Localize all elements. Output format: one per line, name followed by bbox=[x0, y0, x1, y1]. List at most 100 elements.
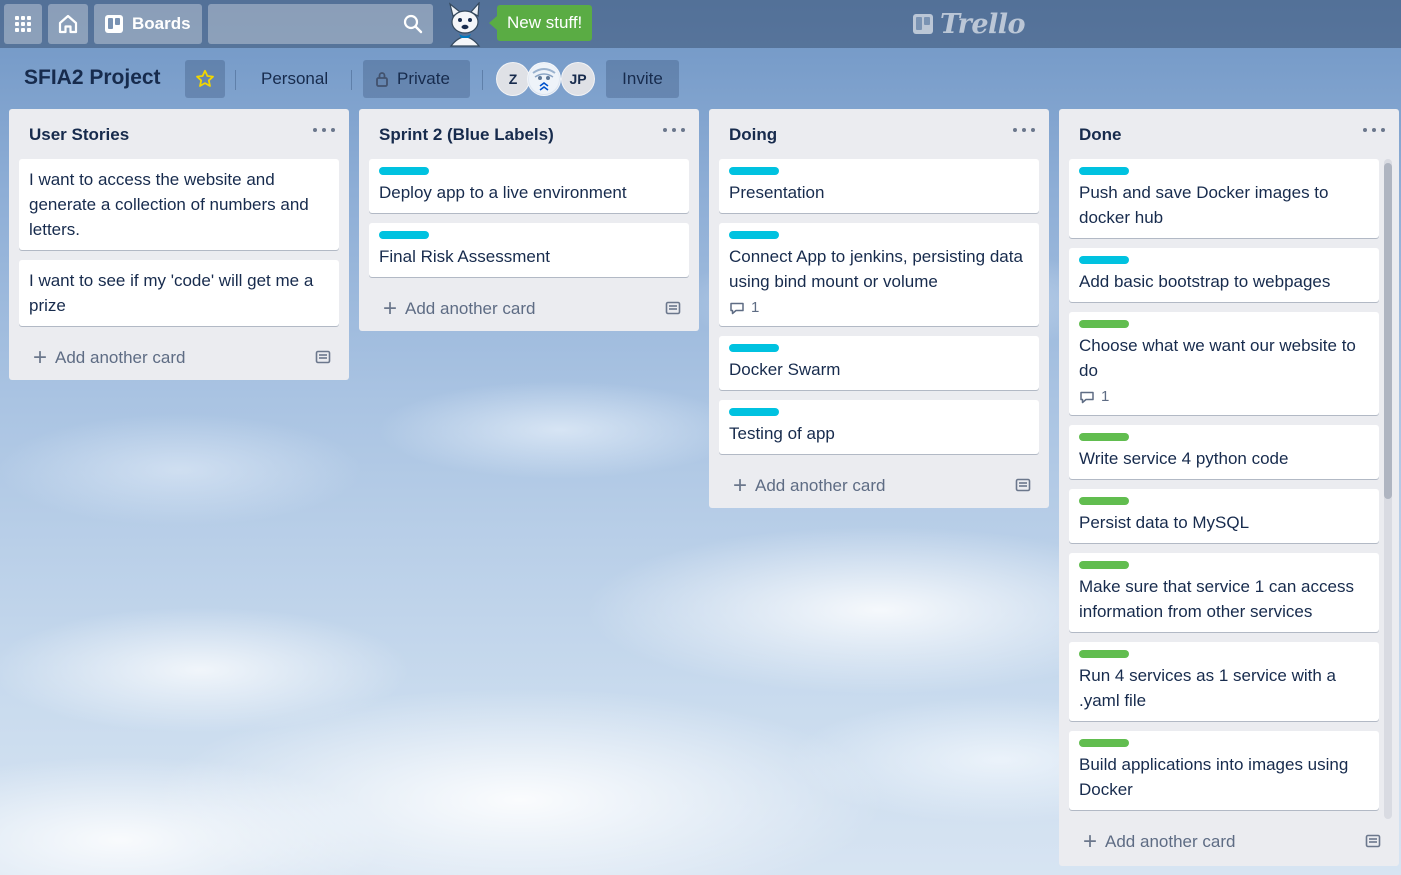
card-title: Docker Swarm bbox=[729, 360, 841, 379]
list-card[interactable]: Choose what we want our website to do 1 bbox=[1069, 312, 1379, 415]
apps-grid-icon bbox=[15, 16, 31, 32]
card-label[interactable] bbox=[1079, 256, 1129, 264]
card-template-icon[interactable] bbox=[315, 349, 331, 365]
add-card-label: Add another card bbox=[55, 348, 186, 367]
list-title[interactable]: Doing bbox=[729, 125, 777, 145]
card-label[interactable] bbox=[1079, 167, 1129, 175]
invite-button[interactable]: Invite bbox=[606, 60, 679, 98]
card-title: Presentation bbox=[729, 183, 825, 202]
card-label[interactable] bbox=[729, 167, 779, 175]
lock-icon bbox=[376, 72, 388, 87]
list-scrollbar[interactable] bbox=[1384, 159, 1392, 819]
list-card[interactable]: I want to access the website and generat… bbox=[19, 159, 339, 250]
new-stuff-button[interactable]: New stuff! bbox=[488, 5, 593, 41]
card-template-icon[interactable] bbox=[665, 300, 681, 316]
visibility-label: Private bbox=[397, 69, 450, 88]
search-icon[interactable] bbox=[403, 14, 423, 34]
card-title: Persist data to MySQL bbox=[1079, 513, 1250, 532]
apps-button[interactable] bbox=[4, 4, 42, 44]
trello-logo-icon bbox=[913, 14, 933, 34]
boards-button[interactable]: Boards bbox=[94, 4, 202, 44]
list-card[interactable]: Persist data to MySQL bbox=[1069, 489, 1379, 543]
card-label[interactable] bbox=[729, 231, 779, 239]
card-label[interactable] bbox=[1079, 739, 1129, 747]
card-template-icon[interactable] bbox=[1015, 477, 1031, 493]
list-sprint-2: Sprint 2 (Blue Labels) Deploy app to a l… bbox=[359, 109, 699, 331]
avatar[interactable] bbox=[527, 62, 561, 96]
card-label[interactable] bbox=[1079, 320, 1129, 328]
list-card[interactable]: Connect App to jenkins, persisting data … bbox=[719, 223, 1039, 326]
list-menu-icon[interactable] bbox=[1363, 123, 1385, 137]
plus-icon: + bbox=[33, 344, 48, 371]
list-card[interactable]: I want to see if my 'code' will get me a… bbox=[19, 260, 339, 326]
card-label[interactable] bbox=[1079, 650, 1129, 658]
card-label[interactable] bbox=[379, 231, 429, 239]
list-card[interactable]: Docker Swarm bbox=[719, 336, 1039, 390]
list-menu-icon[interactable] bbox=[663, 123, 685, 137]
card-title: Testing of app bbox=[729, 424, 835, 443]
search-input[interactable] bbox=[208, 4, 433, 44]
list-card[interactable]: Build applications into images using Doc… bbox=[1069, 731, 1379, 810]
boards-label: Boards bbox=[132, 14, 191, 33]
add-card-label: Add another card bbox=[755, 476, 886, 495]
list-menu-icon[interactable] bbox=[313, 123, 335, 137]
add-card-button[interactable]: + Add another card bbox=[1059, 820, 1399, 864]
list-card[interactable]: Push and save Docker images to docker hu… bbox=[1069, 159, 1379, 238]
card-title: Add basic bootstrap to webpages bbox=[1079, 272, 1331, 291]
search-box[interactable] bbox=[208, 4, 433, 44]
card-label[interactable] bbox=[729, 408, 779, 416]
list-card[interactable]: Testing of app bbox=[719, 400, 1039, 454]
taco-mascot-icon[interactable] bbox=[441, 2, 489, 48]
list-card[interactable]: Add basic bootstrap to webpages bbox=[1069, 248, 1379, 302]
list-done: Done Push and save Docker images to dock… bbox=[1059, 109, 1399, 866]
list-header: Doing bbox=[709, 109, 1049, 159]
trello-logo[interactable]: Trello bbox=[912, 8, 1026, 40]
top-header: Boards New stuff! Trello bbox=[0, 0, 1401, 48]
list-card[interactable]: Make sure that service 1 can access info… bbox=[1069, 553, 1379, 632]
divider bbox=[351, 70, 352, 90]
card-list: Deploy app to a live environment Final R… bbox=[359, 159, 699, 277]
list-title[interactable]: Sprint 2 (Blue Labels) bbox=[379, 125, 554, 145]
list-card[interactable]: Presentation bbox=[719, 159, 1039, 213]
plus-icon: + bbox=[383, 295, 398, 322]
list-title[interactable]: Done bbox=[1079, 125, 1122, 145]
add-card-button[interactable]: + Add another card bbox=[9, 336, 349, 380]
list-title[interactable]: User Stories bbox=[29, 125, 129, 145]
avatar[interactable]: JP bbox=[561, 62, 595, 96]
list-card[interactable]: Run 4 services as 1 service with a .yaml… bbox=[1069, 642, 1379, 721]
plus-icon: + bbox=[733, 472, 748, 499]
list-card[interactable]: Deploy app to a live environment bbox=[369, 159, 689, 213]
card-label[interactable] bbox=[1079, 433, 1129, 441]
add-card-label: Add another card bbox=[405, 299, 536, 318]
card-title: Deploy app to a live environment bbox=[379, 183, 627, 202]
card-label[interactable] bbox=[729, 344, 779, 352]
card-label[interactable] bbox=[1079, 561, 1129, 569]
scrollbar-thumb[interactable] bbox=[1384, 163, 1392, 499]
avatar[interactable]: Z bbox=[496, 62, 530, 96]
card-title: I want to see if my 'code' will get me a… bbox=[29, 271, 314, 315]
add-card-button[interactable]: + Add another card bbox=[359, 287, 699, 331]
home-button[interactable] bbox=[48, 4, 88, 44]
team-button[interactable]: Personal bbox=[247, 60, 342, 98]
card-badges: 1 bbox=[729, 298, 1029, 318]
avatar-photo-icon bbox=[529, 64, 559, 94]
card-title: Final Risk Assessment bbox=[379, 247, 550, 266]
list-card[interactable]: Write service 4 python code bbox=[1069, 425, 1379, 479]
card-title: Write service 4 python code bbox=[1079, 449, 1289, 468]
add-card-label: Add another card bbox=[1105, 832, 1236, 851]
board-title[interactable]: SFIA2 Project bbox=[24, 66, 161, 90]
star-icon bbox=[196, 69, 214, 87]
card-label[interactable] bbox=[379, 167, 429, 175]
star-board-button[interactable] bbox=[185, 60, 225, 98]
card-template-icon[interactable] bbox=[1365, 833, 1381, 849]
add-card-button[interactable]: + Add another card bbox=[709, 464, 1049, 508]
comment-count: 1 bbox=[751, 299, 760, 316]
card-title: Push and save Docker images to docker hu… bbox=[1079, 183, 1329, 227]
card-list: Presentation Connect App to jenkins, per… bbox=[709, 159, 1049, 454]
card-label[interactable] bbox=[1079, 497, 1129, 505]
list-card[interactable]: Final Risk Assessment bbox=[369, 223, 689, 277]
card-title: Build applications into images using Doc… bbox=[1079, 755, 1349, 799]
trello-wordmark: Trello bbox=[940, 8, 1026, 40]
list-menu-icon[interactable] bbox=[1013, 123, 1035, 137]
visibility-button[interactable]: Private bbox=[363, 60, 470, 98]
